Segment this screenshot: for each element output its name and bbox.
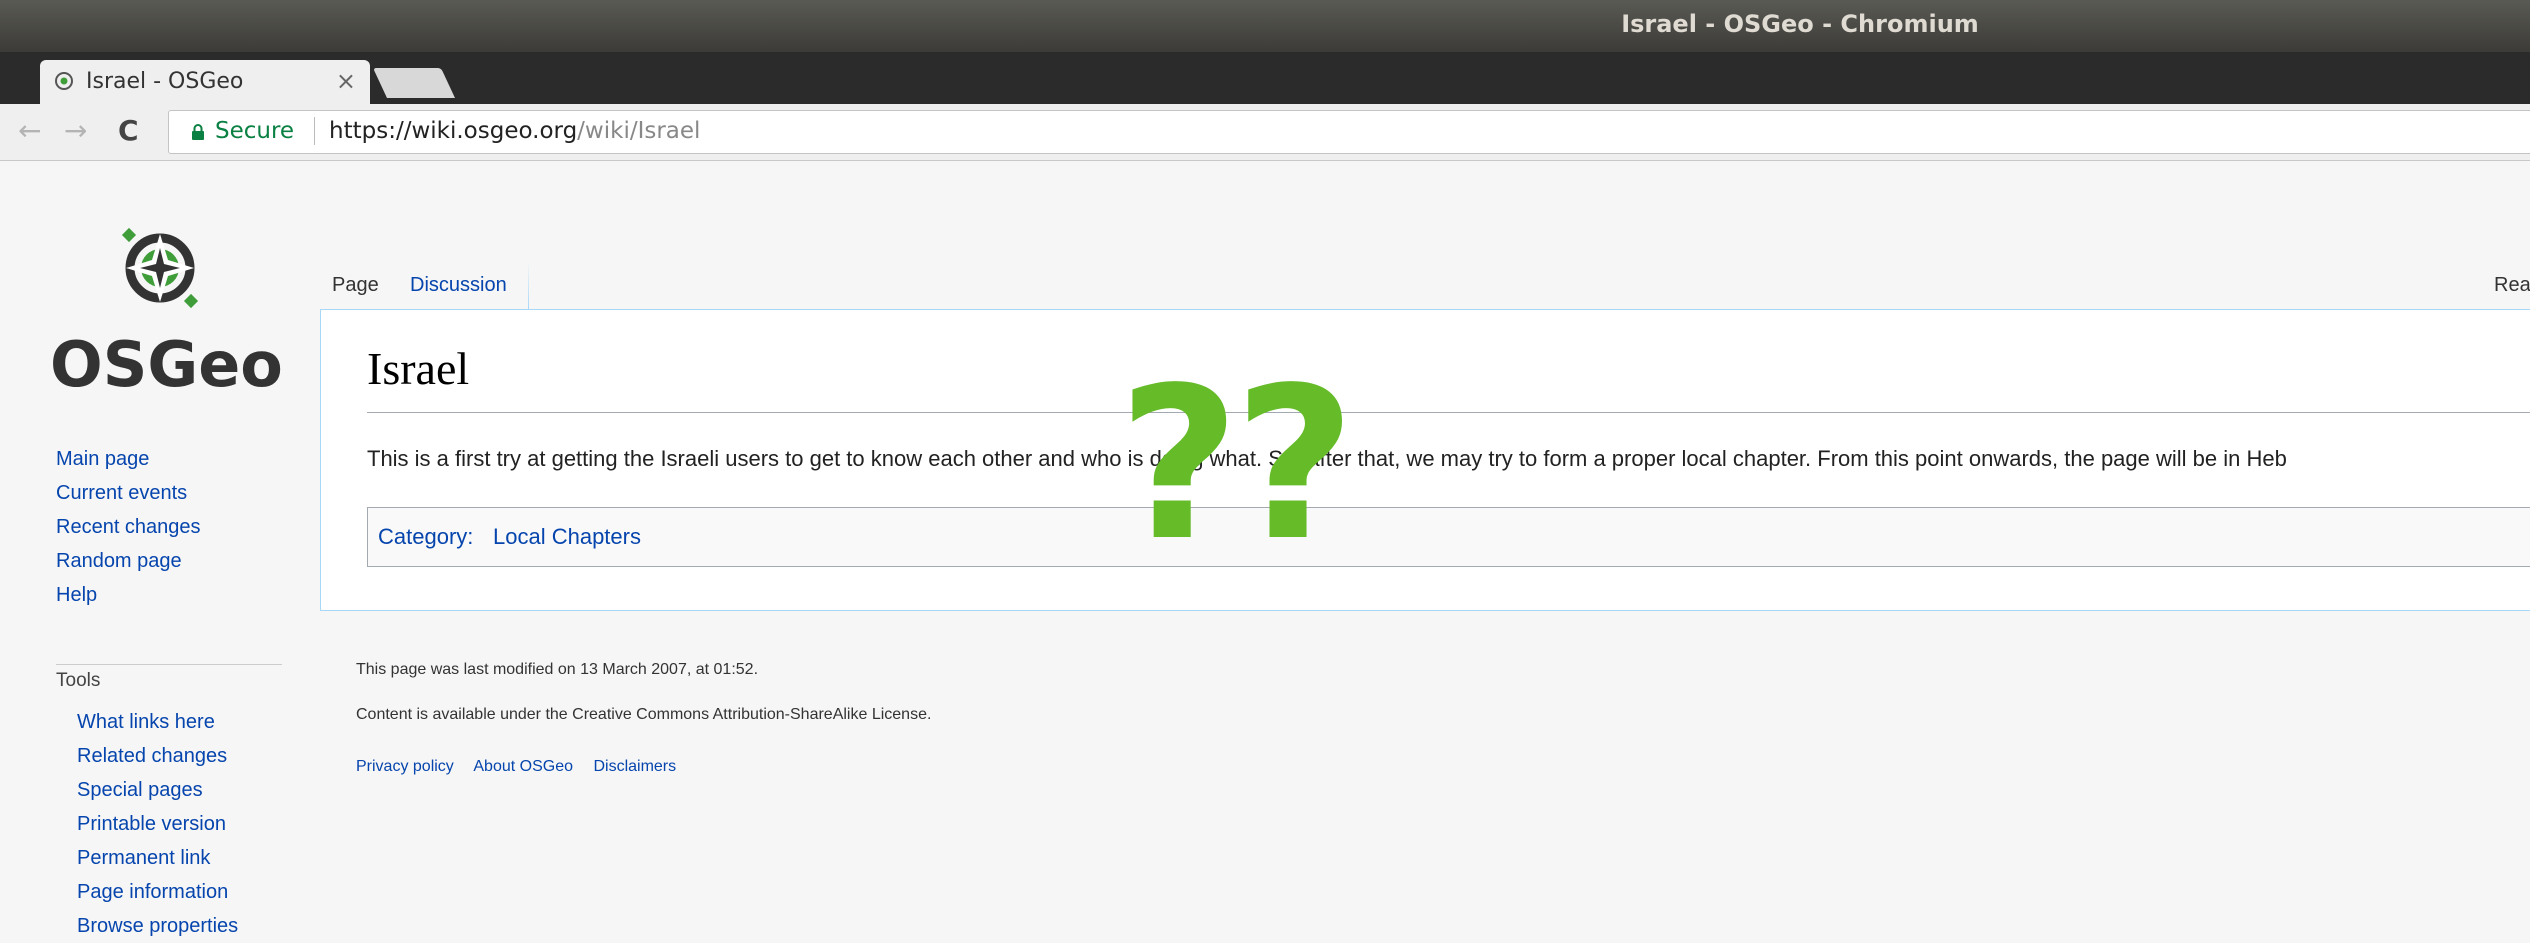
window-title: Israel - OSGeo - Chromium xyxy=(1621,10,1979,38)
sidebar-navigation: Main page Current events Recent changes … xyxy=(56,442,201,612)
tab-discussion[interactable]: Discussion xyxy=(410,274,507,297)
browser-tab[interactable]: Israel - OSGeo × xyxy=(40,60,370,104)
reload-icon[interactable]: C xyxy=(118,114,139,147)
tool-special-pages[interactable]: Special pages xyxy=(77,773,238,807)
tab-close-icon[interactable]: × xyxy=(336,67,356,95)
back-arrow-icon[interactable]: ← xyxy=(18,114,41,147)
footer-link-about[interactable]: About OSGeo xyxy=(473,758,573,775)
category-label[interactable]: Category: xyxy=(378,524,473,550)
sidebar-item-random-page[interactable]: Random page xyxy=(56,544,201,578)
forward-arrow-icon[interactable]: → xyxy=(64,114,87,147)
osgeo-favicon-icon xyxy=(55,72,73,90)
logo-wordmark: OSGeo xyxy=(50,328,283,401)
article-content: Israel This is a first try at getting th… xyxy=(320,309,2530,611)
sidebar-divider xyxy=(56,664,282,665)
tool-browse-properties[interactable]: Browse properties xyxy=(77,909,238,943)
sidebar-item-recent-changes[interactable]: Recent changes xyxy=(56,510,201,544)
footer-link-disclaimers[interactable]: Disclaimers xyxy=(593,758,676,775)
window-titlebar: Israel - OSGeo - Chromium xyxy=(0,0,2530,52)
sidebar-item-main-page[interactable]: Main page xyxy=(56,442,201,476)
tab-divider xyxy=(528,262,529,310)
tool-printable-version[interactable]: Printable version xyxy=(77,807,238,841)
new-tab-button[interactable] xyxy=(373,68,455,98)
tab-read[interactable]: Rea xyxy=(2494,274,2530,297)
address-bar[interactable]: Secure https://wiki.osgeo.org/wiki/Israe… xyxy=(168,110,2530,154)
footer-last-modified: This page was last modified on 13 March … xyxy=(356,661,759,678)
url-path: /wiki/Israel xyxy=(577,118,701,144)
tool-what-links-here[interactable]: What links here xyxy=(77,705,238,739)
compass-logo-icon xyxy=(121,227,199,309)
category-box: Category: Local Chapters xyxy=(367,507,2530,567)
question-marks-overlay: ?? xyxy=(1118,342,1356,587)
tab-title: Israel - OSGeo xyxy=(86,69,244,94)
lock-icon xyxy=(192,124,204,140)
tools-heading: Tools xyxy=(56,670,101,691)
url-text[interactable]: https://wiki.osgeo.org/wiki/Israel xyxy=(329,118,700,144)
browser-toolbar: ← → C Secure https://wiki.osgeo.org/wiki… xyxy=(0,104,2530,161)
category-link-local-chapters[interactable]: Local Chapters xyxy=(493,524,641,550)
sidebar-tools: What links here Related changes Special … xyxy=(77,705,238,943)
footer-license: Content is available under the Creative … xyxy=(356,706,932,723)
tab-strip: Israel - OSGeo × xyxy=(0,52,2530,104)
title-underline xyxy=(367,412,2530,413)
secure-label: Secure xyxy=(215,118,295,144)
page-title: Israel xyxy=(367,343,470,394)
tool-related-changes[interactable]: Related changes xyxy=(77,739,238,773)
sidebar-item-current-events[interactable]: Current events xyxy=(56,476,201,510)
footer-links: Privacy policy About OSGeo Disclaimers xyxy=(356,758,692,776)
osgeo-logo[interactable]: OSGeo xyxy=(50,220,283,401)
tool-page-information[interactable]: Page information xyxy=(77,875,238,909)
tab-page[interactable]: Page xyxy=(332,274,379,297)
address-separator xyxy=(314,117,315,145)
sidebar-item-help[interactable]: Help xyxy=(56,578,201,612)
tool-permanent-link[interactable]: Permanent link xyxy=(77,841,238,875)
url-host: https://wiki.osgeo.org xyxy=(329,118,578,144)
footer-link-privacy[interactable]: Privacy policy xyxy=(356,758,454,775)
